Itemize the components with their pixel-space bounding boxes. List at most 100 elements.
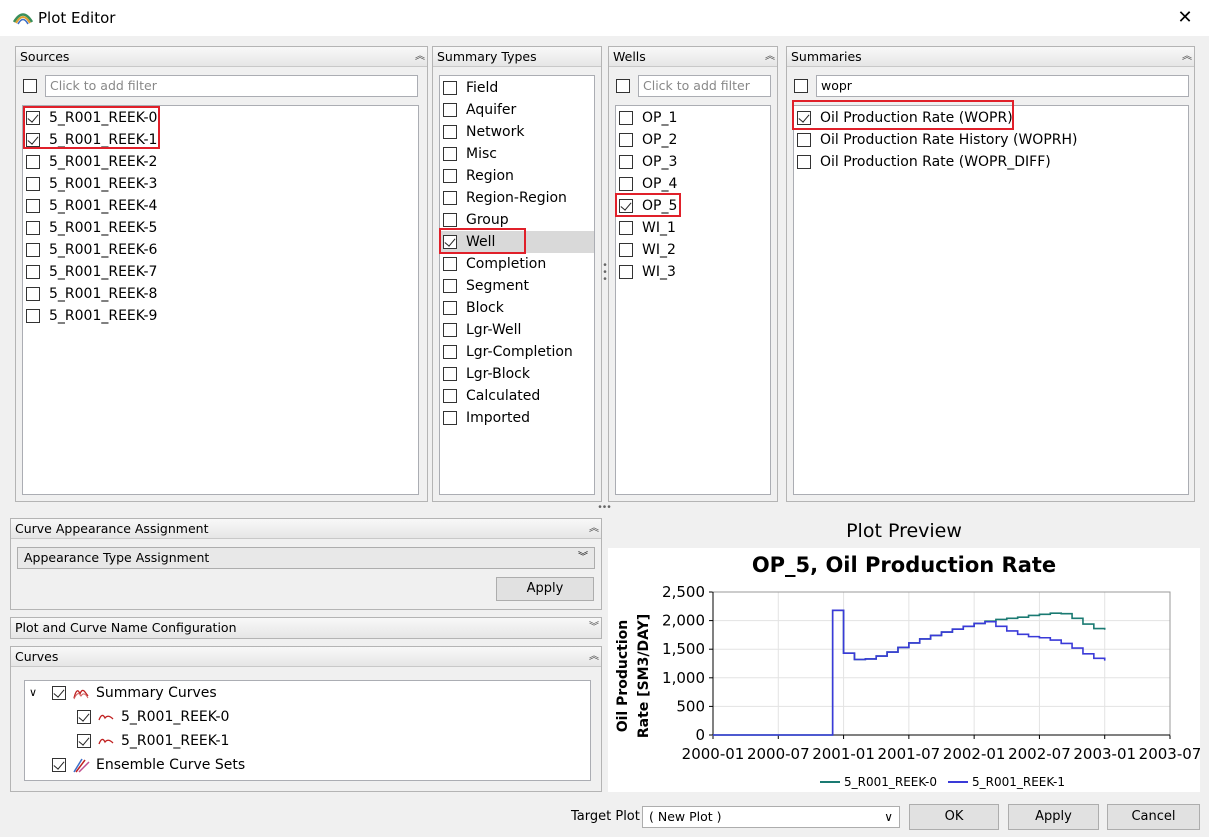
summary-curves-checkbox[interactable] [52,686,66,700]
x-tick-label: 2001-01 [812,745,875,763]
item-checkbox[interactable] [26,221,40,235]
legend-label: 5_R001_REEK-0 [844,775,937,789]
curve-checkbox[interactable] [77,710,91,724]
item-checkbox[interactable] [443,389,457,403]
summary-curves-icon [73,689,89,700]
item-checkbox[interactable] [619,111,633,125]
item-checkbox[interactable] [26,309,40,323]
item-label: Lgr-Well [466,322,522,338]
item-checkbox[interactable] [443,257,457,271]
target-plot-label: Target Plot [571,809,640,824]
item-label: 5_R001_REEK-3 [49,176,158,192]
item-checkbox[interactable] [443,367,457,381]
window-title: Plot Editor [38,9,116,27]
item-label: Misc [466,146,497,162]
filter-input[interactable]: Click to add filter [638,75,771,97]
item-label: Segment [466,278,529,294]
combo-value: ( New Plot ) [649,809,722,824]
item-checkbox[interactable] [26,177,40,191]
double-chevron-up-icon[interactable]: ︽ [589,520,599,538]
panel-title: Summaries [791,49,862,64]
select-all-checkbox[interactable] [616,79,630,93]
item-label: Imported [466,410,530,426]
y-tick-label: 0 [695,726,705,744]
panel-header[interactable]: Plot and Curve Name Configuration ︾ [11,618,601,638]
curve-checkbox[interactable] [77,734,91,748]
panel-header: Curve Appearance Assignment ︽ [11,519,601,539]
item-checkbox[interactable] [619,155,633,169]
highlight-box [23,106,160,149]
item-checkbox[interactable] [619,265,633,279]
item-checkbox[interactable] [797,155,811,169]
item-checkbox[interactable] [443,103,457,117]
y-tick-label: 1,000 [662,669,705,687]
y-tick-label: 2,500 [662,583,705,601]
double-chevron-down-icon: ︾ [578,552,588,563]
item-checkbox[interactable] [443,323,457,337]
appearance-type-combo[interactable]: Appearance Type Assignment ︾ [17,547,595,569]
panel-header: Summary Types [433,47,601,67]
tree-node-label: Summary Curves [96,685,217,701]
item-checkbox[interactable] [443,169,457,183]
item-checkbox[interactable] [443,301,457,315]
item-label: 5_R001_REEK-4 [49,198,158,214]
summary-types-list: Field Aquifer Network Misc Region Region-Regi… [439,75,595,495]
double-chevron-up-icon[interactable]: ︽ [415,48,425,66]
item-checkbox[interactable] [797,133,811,147]
double-chevron-up-icon[interactable]: ︽ [765,48,775,66]
select-all-checkbox[interactable] [794,79,808,93]
item-checkbox[interactable] [619,243,633,257]
curve-icon [98,714,114,721]
double-chevron-up-icon[interactable]: ︽ [589,648,599,666]
chevron-down-icon[interactable]: ∨ [29,681,37,705]
item-checkbox[interactable] [26,265,40,279]
target-plot-combo[interactable]: ( New Plot ) ∨ [642,806,900,828]
filter-input[interactable]: Click to add filter [45,75,418,97]
item-checkbox[interactable] [26,199,40,213]
highlight-box [439,228,526,254]
item-label: Field [466,80,499,96]
x-tick-label: 2002-01 [943,745,1006,763]
ensemble-checkbox[interactable] [52,758,66,772]
item-label: Oil Production Rate (WOPR_DIFF) [820,154,1051,170]
item-checkbox[interactable] [26,155,40,169]
tree-node-label: Ensemble Curve Sets [96,757,246,773]
plot-area-frame [712,591,1171,736]
item-checkbox[interactable] [619,133,633,147]
close-icon[interactable]: ✕ [1174,6,1196,28]
select-all-checkbox[interactable] [23,79,37,93]
item-checkbox[interactable] [619,177,633,191]
curves-panel: Curves ︽ ∨ Summary Curves 5_R001_REEK-0 … [10,646,602,792]
item-checkbox[interactable] [26,243,40,257]
summary-types-panel: Summary Types Field Aquifer Network Misc Reg… [432,46,602,502]
y-tick-label: 1,500 [662,640,705,658]
plot-curve-name-panel: Plot and Curve Name Configuration ︾ [10,617,602,639]
curve-icon [98,738,114,745]
splitter-dots-icon[interactable]: ••• [590,502,620,514]
item-checkbox[interactable] [443,191,457,205]
item-label: Region-Region [466,190,567,206]
double-chevron-up-icon[interactable]: ︽ [1182,48,1192,66]
item-checkbox[interactable] [443,345,457,359]
item-checkbox[interactable] [443,147,457,161]
apply-button[interactable]: Apply [1008,804,1099,830]
filter-input[interactable]: wopr [816,75,1189,97]
cancel-button[interactable]: Cancel [1107,804,1200,830]
item-checkbox[interactable] [443,411,457,425]
ensemble-curves-icon [73,758,90,773]
x-tick-label: 2003-01 [1073,745,1136,763]
apply-appearance-button[interactable]: Apply [496,577,594,601]
item-checkbox[interactable] [26,287,40,301]
item-label: OP_3 [642,154,678,170]
double-chevron-down-icon[interactable]: ︾ [589,619,599,637]
item-checkbox[interactable] [443,279,457,293]
ok-button[interactable]: OK [909,804,999,830]
item-checkbox[interactable] [443,81,457,95]
item-checkbox[interactable] [443,213,457,227]
y-axis-label-line2: Rate [SM3/DAY] [636,614,652,738]
highlight-box [792,100,1014,130]
item-checkbox[interactable] [619,221,633,235]
item-checkbox[interactable] [443,125,457,139]
item-label: 5_R001_REEK-2 [49,154,158,170]
panel-header: Sources ︽ [16,47,427,67]
